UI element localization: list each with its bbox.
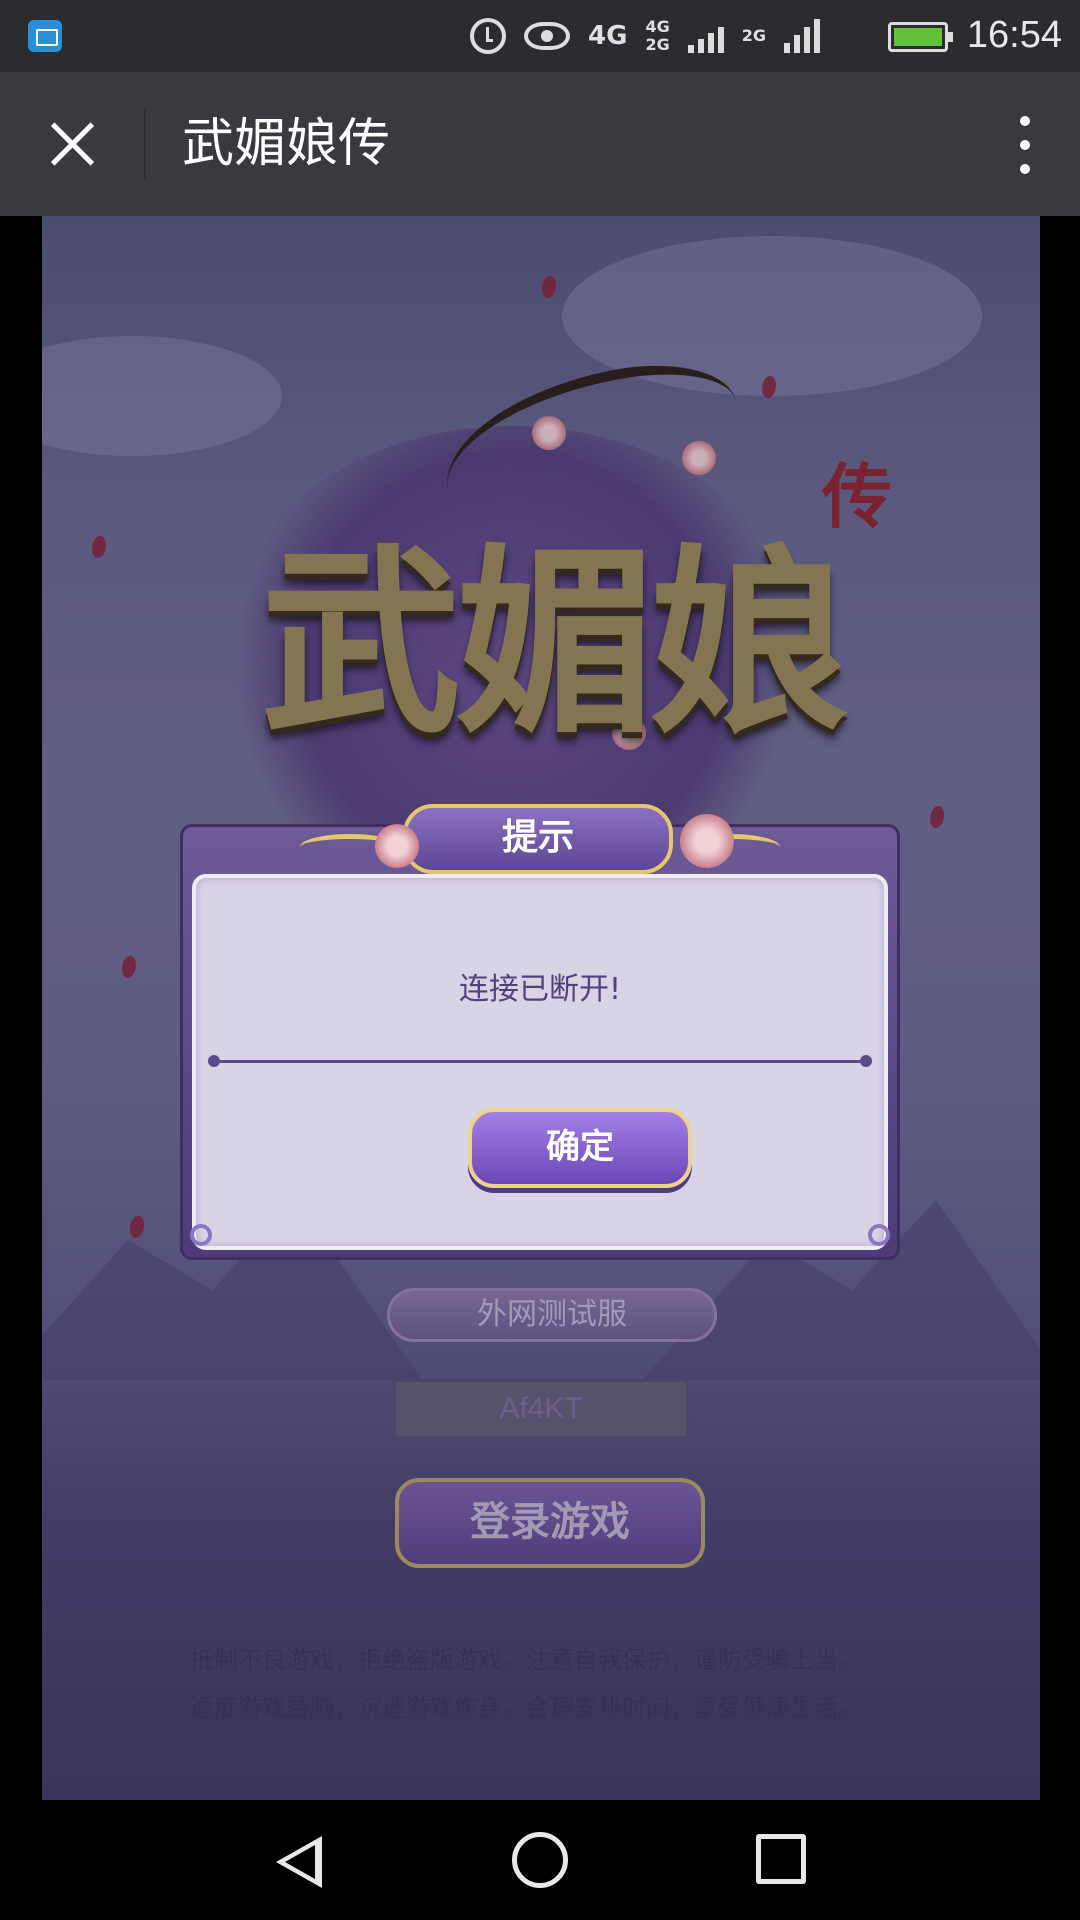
dialog-divider	[208, 1055, 872, 1067]
webview-title-bar: 武媚娘传	[0, 72, 1080, 216]
recent-square-icon[interactable]	[756, 1834, 806, 1884]
alert-dialog: 提示 连接已断开! 确定	[180, 804, 900, 1260]
page-title: 武媚娘传	[182, 114, 391, 174]
game-canvas[interactable]: 武媚娘 传 外网测试服 Af4KT 登录游戏 抵制不良游戏，拒绝盗版游戏。注意自…	[42, 216, 1040, 1800]
network-2g-indicator: 2G	[741, 26, 766, 45]
confirm-button[interactable]: 确定	[468, 1108, 692, 1188]
corner-ornament-icon	[190, 1224, 212, 1246]
app-notification-icon	[28, 20, 62, 52]
battery-charging-icon	[888, 22, 953, 52]
eye-comfort-icon	[524, 22, 571, 50]
system-nav-bar	[0, 1800, 1080, 1920]
close-icon[interactable]	[36, 108, 108, 180]
title-divider	[144, 108, 146, 180]
signal-bars-icon-2	[784, 19, 820, 53]
battery-fill	[894, 28, 942, 46]
dual-network-indicator: 4G 2G	[645, 17, 670, 54]
status-icons: 4G 4G 2G 2G	[470, 10, 820, 62]
clock: 16:54	[966, 14, 1062, 56]
home-circle-icon[interactable]	[512, 1832, 568, 1888]
alarm-icon	[470, 18, 507, 54]
more-vertical-icon[interactable]	[1010, 108, 1040, 180]
corner-ornament-icon	[868, 1224, 890, 1246]
dialog-title: 提示	[403, 804, 673, 874]
network-4g-indicator: 4G	[588, 21, 628, 51]
status-bar: 4G 4G 2G 2G 16:54	[0, 0, 1080, 72]
flower-decoration-icon	[680, 814, 734, 868]
back-triangle-icon[interactable]	[276, 1836, 322, 1888]
flower-decoration-icon	[375, 824, 419, 868]
dialog-message: 连接已断开!	[458, 972, 622, 1007]
signal-bars-icon	[687, 19, 724, 53]
